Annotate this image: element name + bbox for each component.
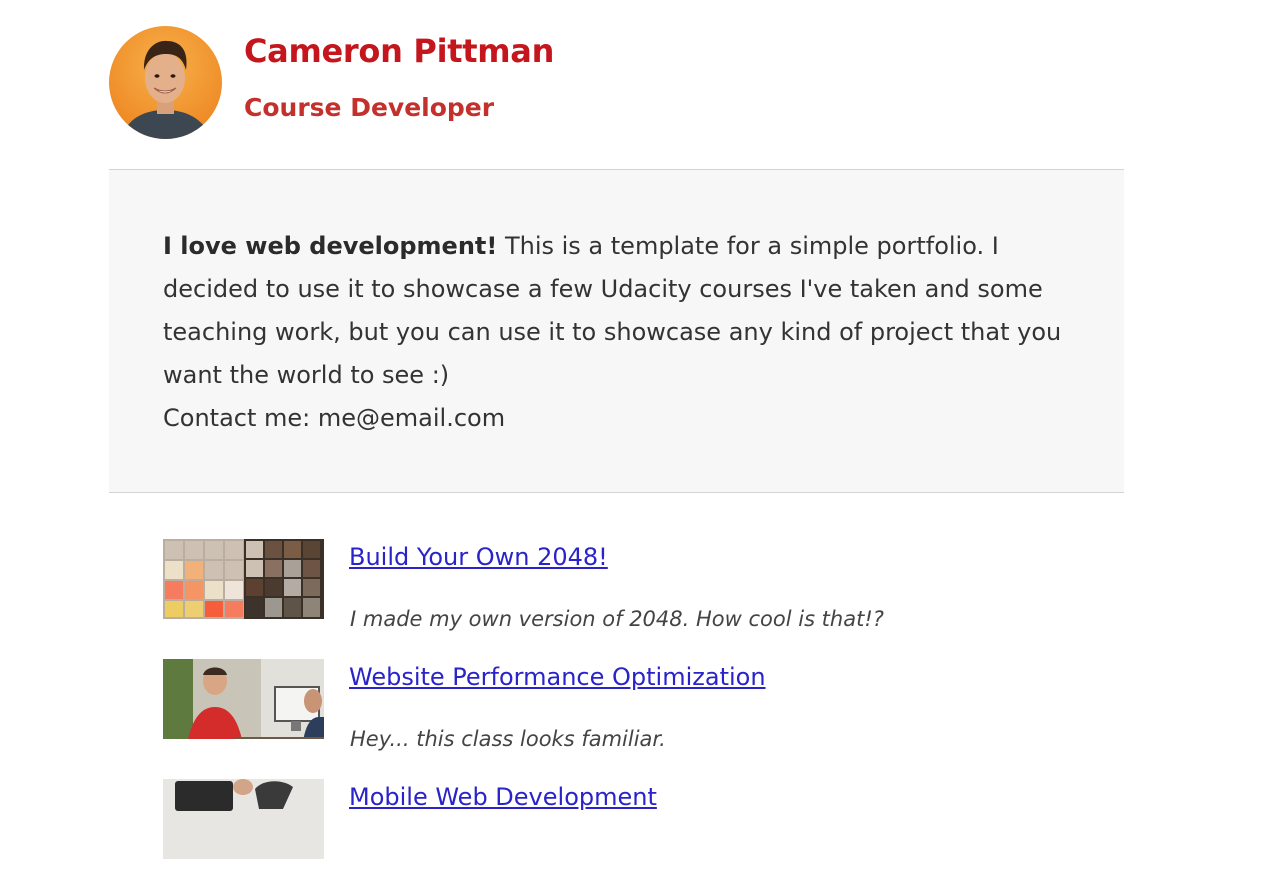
mobile-device-thumbnail-icon[interactable] [163,779,324,859]
project-link-mobile[interactable]: Mobile Web Development [349,783,657,811]
project-description: I made my own version of 2048. How cool … [350,607,884,631]
profile-name: Cameron Pittman [244,32,555,70]
project-item: Website Performance Optimization Hey... … [163,659,1123,769]
project-link-2048[interactable]: Build Your Own 2048! [349,543,608,571]
profile-header: Cameron Pittman Course Developer [109,26,1124,140]
about-section: I love web development! This is a templa… [109,169,1124,493]
project-description: Hey... this class looks familiar. [350,727,666,751]
person-avatar-icon [121,40,211,139]
profile-role: Course Developer [244,93,495,122]
project-link-performance[interactable]: Website Performance Optimization [349,663,766,691]
project-item: Build Your Own 2048! I made my own versi… [163,539,1123,649]
project-item: Mobile Web Development [163,779,1123,889]
2048-game-thumbnail-icon[interactable] [163,539,324,619]
classroom-photo-thumbnail-icon[interactable] [163,659,324,739]
contact-info: Contact me: me@email.com [163,404,506,432]
about-lead: I love web development! [163,232,498,260]
profile-avatar [109,26,222,139]
about-text: I love web development! This is a templa… [163,225,1073,440]
